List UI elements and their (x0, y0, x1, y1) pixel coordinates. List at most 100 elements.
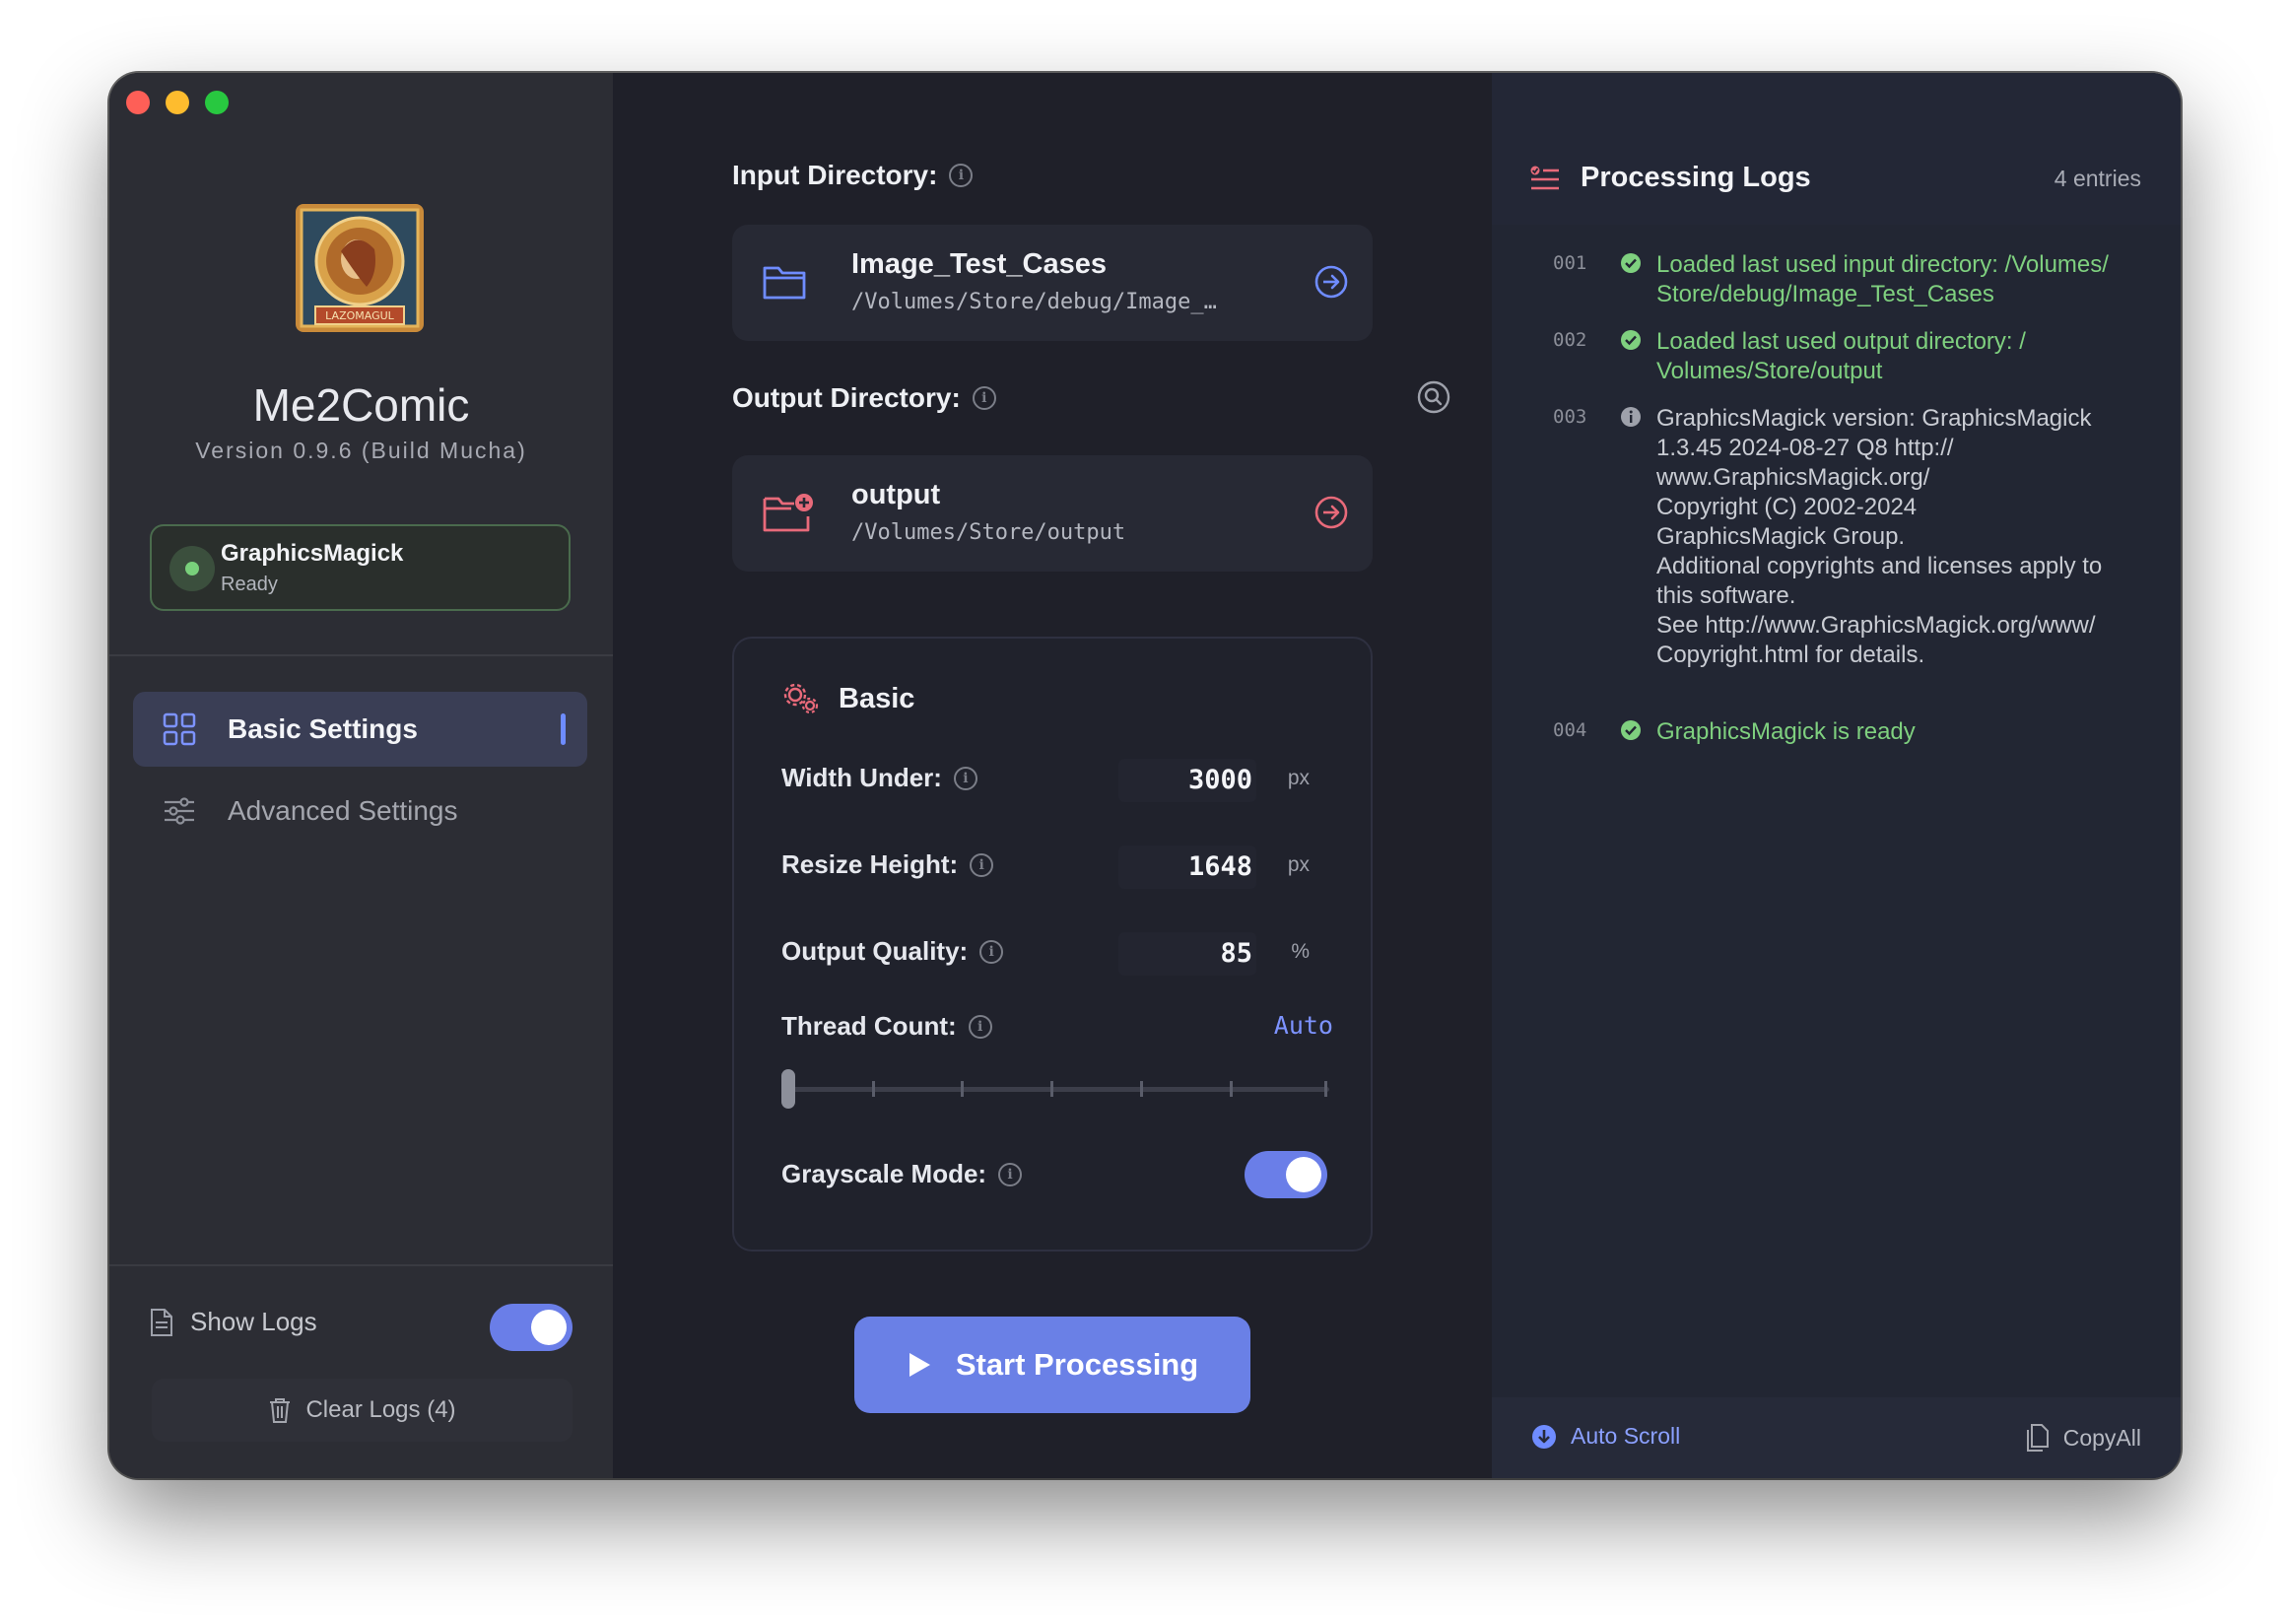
app-version: Version 0.9.6 (Build Mucha) (195, 438, 527, 463)
engine-status: Ready (221, 574, 278, 595)
folder-icon (763, 266, 806, 300)
log-message: GraphicsMagick is ready (1656, 718, 1916, 745)
show-logs-toggle[interactable] (490, 1304, 572, 1351)
close-window-button[interactable] (126, 91, 150, 114)
arrow-right-circle-icon[interactable] (1313, 495, 1349, 530)
output-directory-label: Output Directory: (732, 382, 961, 413)
width-under-input[interactable]: 3000 (1118, 759, 1256, 802)
start-processing-button[interactable]: Start Processing (854, 1317, 1250, 1413)
grayscale-mode-label: Grayscale Mode: (781, 1159, 987, 1188)
window-controls (126, 91, 229, 114)
arrow-down-circle-icon (1532, 1424, 1556, 1449)
logs-panel: Processing Logs 4 entries 001 Loaded las… (1492, 73, 2181, 1478)
zoom-window-button[interactable] (205, 91, 229, 114)
basic-heading: Basic (781, 682, 914, 715)
logs-header: Processing Logs 4 entries (1492, 73, 2181, 225)
app-window: LAZOMAGUL Me2Comic Version 0.9.6 (Build … (109, 73, 2181, 1478)
engine-status-card: GraphicsMagick Ready (150, 524, 571, 611)
status-dot-icon (169, 546, 215, 591)
output-quality-label: Output Quality: (781, 936, 969, 966)
info-icon[interactable]: i (972, 386, 996, 410)
trash-icon (270, 1398, 291, 1423)
slider-thumb[interactable] (781, 1069, 795, 1109)
log-number: 002 (1553, 329, 1587, 351)
auto-scroll-button[interactable]: Auto Scroll (1531, 1423, 1680, 1450)
resize-height-input[interactable]: 1648 (1118, 846, 1256, 889)
thread-count-row: Thread Count: i Auto (781, 1007, 1333, 1050)
checklist-icon (1530, 166, 1559, 189)
logs-footer: Auto Scroll CopyAll (1492, 1397, 2181, 1478)
check-circle-icon (1621, 330, 1641, 350)
resize-height-label-wrap: Resize Height: i (781, 849, 994, 880)
document-icon (151, 1308, 172, 1336)
input-directory-label: Input Directory: (732, 160, 938, 190)
width-under-label: Width Under: (781, 763, 942, 792)
logo-caption: LAZOMAGUL (325, 309, 394, 322)
log-message: Loaded last used input directory: /Volum… (1656, 251, 2109, 307)
log-message: GraphicsMagick version: GraphicsMagick 1… (1656, 405, 2103, 668)
output-quality-row: Output Quality: i 85 % (781, 932, 1333, 976)
output-directory-path: /Volumes/Store/output (851, 520, 1126, 545)
info-icon[interactable]: i (998, 1162, 1023, 1186)
slider-tick (1324, 1081, 1327, 1097)
log-number: 001 (1553, 252, 1587, 274)
logs-count: 4 entries (2054, 166, 2141, 191)
input-directory-heading: Input Directory: i (732, 160, 974, 191)
app-name: Me2Comic (252, 379, 470, 431)
resize-height-label: Resize Height: (781, 849, 959, 879)
output-quality-input[interactable]: 85 (1118, 932, 1256, 976)
sidebar-item-label: Basic Settings (228, 713, 418, 744)
slider-tick (1050, 1081, 1053, 1097)
slider-track (781, 1087, 1329, 1092)
info-icon[interactable]: i (970, 852, 994, 877)
check-circle-icon (1621, 253, 1641, 273)
height-unit: px (1287, 853, 1310, 876)
info-icon[interactable]: i (968, 1014, 992, 1039)
basic-settings-panel: Basic Width Under: i 3000 px Resize Heig… (732, 637, 1373, 1252)
sidebar-item-advanced-settings[interactable]: Advanced Settings (133, 774, 587, 848)
minimize-window-button[interactable] (166, 91, 189, 114)
copy-icon (2026, 1424, 2049, 1452)
engine-name: GraphicsMagick (221, 540, 404, 567)
copy-all-label: CopyAll (2062, 1424, 2141, 1451)
width-under-row: Width Under: i 3000 px (781, 759, 1333, 802)
slider-tick (1230, 1081, 1233, 1097)
start-processing-label: Start Processing (955, 1347, 1199, 1382)
show-logs-label: Show Logs (190, 1307, 317, 1336)
log-message: Loaded last used output directory: / Vol… (1656, 328, 2026, 384)
sidebar-item-basic-settings[interactable]: Basic Settings (133, 692, 587, 767)
clear-logs-label: Clear Logs (4) (305, 1396, 456, 1423)
resize-height-row: Resize Height: i 1648 px (781, 846, 1333, 889)
input-directory-path: /Volumes/Store/debug/Image_… (851, 290, 1217, 314)
auto-scroll-label: Auto Scroll (1571, 1423, 1681, 1449)
grayscale-mode-toggle[interactable] (1245, 1151, 1327, 1198)
slider-tick (1140, 1081, 1143, 1097)
copy-all-button[interactable]: CopyAll (2024, 1423, 2141, 1453)
info-icon[interactable]: i (949, 164, 974, 187)
sidebar-item-label: Advanced Settings (228, 795, 458, 826)
thread-count-slider[interactable] (781, 1069, 1329, 1109)
show-logs-row: Show Logs (149, 1307, 317, 1337)
output-directory-card[interactable]: output /Volumes/Store/output (732, 455, 1373, 572)
gears-icon (783, 683, 819, 714)
active-indicator (561, 713, 566, 745)
input-directory-card[interactable]: Image_Test_Cases /Volumes/Store/debug/Im… (732, 225, 1373, 341)
clear-logs-button[interactable]: Clear Logs (4) (152, 1379, 572, 1442)
arrow-right-circle-icon[interactable] (1313, 264, 1349, 300)
grid-icon (163, 712, 196, 746)
info-icon[interactable]: i (953, 766, 977, 790)
output-directory-name: output (851, 479, 941, 510)
info-icon[interactable]: i (979, 939, 1004, 964)
slider-tick (961, 1081, 964, 1097)
divider (109, 1264, 613, 1266)
width-unit: px (1287, 767, 1310, 789)
log-number: 004 (1553, 719, 1587, 741)
main-panel: Input Directory: i Image_Test_Cases /Vol… (613, 73, 1492, 1478)
width-under-label-wrap: Width Under: i (781, 763, 977, 793)
sidebar: LAZOMAGUL Me2Comic Version 0.9.6 (Build … (109, 73, 615, 1478)
input-directory-name: Image_Test_Cases (851, 248, 1108, 280)
logs-title-wrap: Processing Logs (1529, 162, 1811, 194)
info-circle-icon (1621, 407, 1641, 427)
basic-title: Basic (839, 682, 915, 714)
search-icon[interactable] (1417, 380, 1450, 414)
